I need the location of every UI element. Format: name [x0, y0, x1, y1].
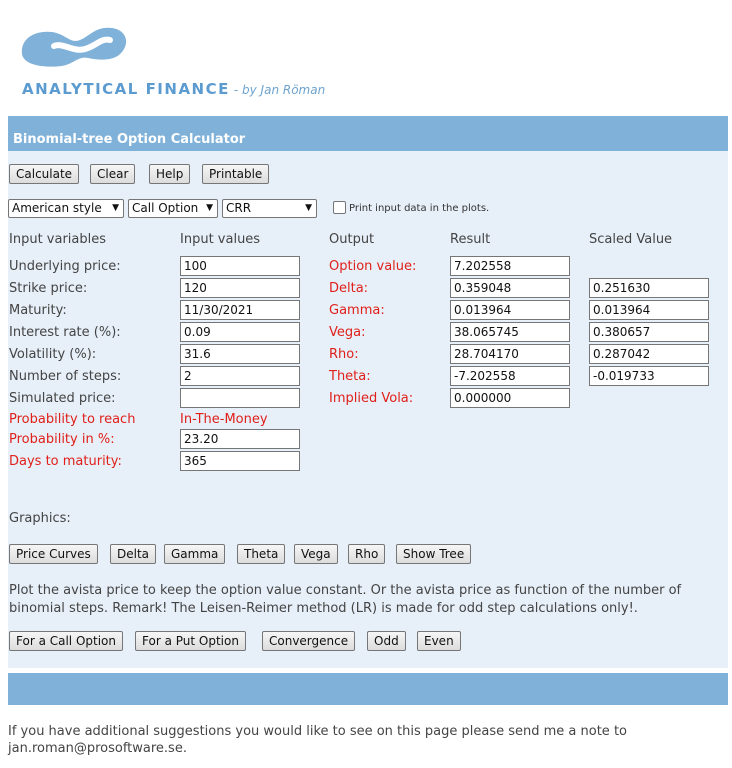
implied-vola-field[interactable]: 0.000000 [450, 388, 570, 408]
method-select[interactable]: CRR ▼ [222, 199, 317, 218]
convergence-button[interactable]: Convergence [262, 631, 356, 651]
panel-title: Binomial-tree Option Calculator [8, 133, 728, 151]
analytical-finance-logo [21, 27, 127, 67]
strike-price-input[interactable]: 120 [180, 278, 300, 298]
maturity-label: Maturity: [9, 303, 67, 318]
maturity-input[interactable]: 11/30/2021 [180, 300, 300, 320]
volatility-input[interactable]: 31.6 [180, 344, 300, 364]
days-to-maturity-field[interactable]: 365 [180, 451, 300, 471]
days-to-maturity-label: Days to maturity: [9, 454, 122, 469]
steps-label: Number of steps: [9, 369, 122, 384]
chevron-down-icon: ▼ [305, 203, 312, 213]
delta-scaled-field[interactable]: 0.251630 [589, 278, 709, 298]
vega-label: Vega: [329, 325, 366, 340]
rho-plot-button[interactable]: Rho [348, 544, 386, 564]
header-input-variables: Input variables [9, 232, 107, 247]
gamma-scaled-field[interactable]: 0.013964 [589, 300, 709, 320]
theta-field[interactable]: -7.202558 [450, 366, 570, 386]
header-input-values: Input values [180, 232, 261, 247]
option-type-select[interactable]: Call Option ▼ [128, 199, 218, 218]
implied-vola-label: Implied Vola: [329, 391, 414, 406]
panel-top-bar [8, 116, 728, 133]
probability-reach-label: Probability to reach [9, 412, 136, 427]
style-select[interactable]: American style ▼ [8, 199, 124, 218]
chevron-down-icon: ▼ [206, 203, 213, 213]
put-option-plot-button[interactable]: For a Put Option [135, 631, 246, 651]
plot-description: Plot the avista price to keep the option… [9, 583, 682, 616]
delta-field[interactable]: 0.359048 [450, 278, 570, 298]
header-scaled-value: Scaled Value [589, 232, 673, 247]
underlying-price-label: Underlying price: [9, 259, 121, 274]
print-input-label: Print input data in the plots. [349, 203, 490, 214]
calculate-button[interactable]: Calculate [9, 164, 80, 184]
steps-input[interactable]: 2 [180, 366, 300, 386]
brand-byline: - by Jan Röman [233, 83, 326, 97]
gamma-field[interactable]: 0.013964 [450, 300, 570, 320]
vega-plot-button[interactable]: Vega [294, 544, 338, 564]
probability-reach-value: In-The-Money [180, 412, 268, 427]
strike-price-label: Strike price: [9, 281, 88, 296]
gamma-plot-button[interactable]: Gamma [164, 544, 226, 564]
interest-rate-label: Interest rate (%): [9, 325, 121, 340]
brand-name: ANALYTICAL FINANCE [22, 80, 230, 98]
option-type-select-value: Call Option [132, 201, 199, 215]
interest-rate-input[interactable]: 0.09 [180, 322, 300, 342]
theta-label: Theta: [329, 369, 371, 384]
delta-label: Delta: [329, 281, 369, 296]
chevron-down-icon: ▼ [112, 203, 119, 213]
option-value-label: Option value: [329, 259, 417, 274]
vega-field[interactable]: 38.065745 [450, 322, 570, 342]
brand-title: ANALYTICAL FINANCE - by Jan Röman [22, 80, 325, 98]
style-select-value: American style [12, 201, 102, 215]
call-option-plot-button[interactable]: For a Call Option [9, 631, 123, 651]
simulated-price-input[interactable] [180, 388, 300, 408]
footer-note: If you have additional suggestions you w… [8, 724, 627, 756]
theta-plot-button[interactable]: Theta [237, 544, 286, 564]
even-button[interactable]: Even [417, 631, 461, 651]
method-select-value: CRR [226, 201, 252, 215]
delta-plot-button[interactable]: Delta [110, 544, 157, 564]
help-button[interactable]: Help [149, 164, 191, 184]
option-value-field[interactable]: 7.202558 [450, 256, 570, 276]
vega-scaled-field[interactable]: 0.380657 [589, 322, 709, 342]
print-input-checkbox[interactable] [333, 201, 346, 214]
probability-pct-field[interactable]: 23.20 [180, 429, 300, 449]
header-output: Output [329, 232, 375, 247]
rho-scaled-field[interactable]: 0.287042 [589, 344, 709, 364]
graphics-label: Graphics: [9, 511, 71, 526]
gamma-label: Gamma: [329, 303, 385, 318]
rho-field[interactable]: 28.704170 [450, 344, 570, 364]
clear-button[interactable]: Clear [90, 164, 136, 184]
probability-pct-label: Probability in %: [9, 432, 115, 447]
simulated-price-label: Simulated price: [9, 391, 116, 406]
header-result: Result [450, 232, 491, 247]
rho-label: Rho: [329, 347, 359, 362]
price-curves-button[interactable]: Price Curves [9, 544, 98, 564]
show-tree-button[interactable]: Show Tree [396, 544, 472, 564]
printable-button[interactable]: Printable [202, 164, 270, 184]
bottom-bar [8, 673, 728, 705]
underlying-price-input[interactable]: 100 [180, 256, 300, 276]
odd-button[interactable]: Odd [367, 631, 406, 651]
volatility-label: Volatility (%): [9, 347, 97, 362]
theta-scaled-field[interactable]: -0.019733 [589, 366, 709, 386]
